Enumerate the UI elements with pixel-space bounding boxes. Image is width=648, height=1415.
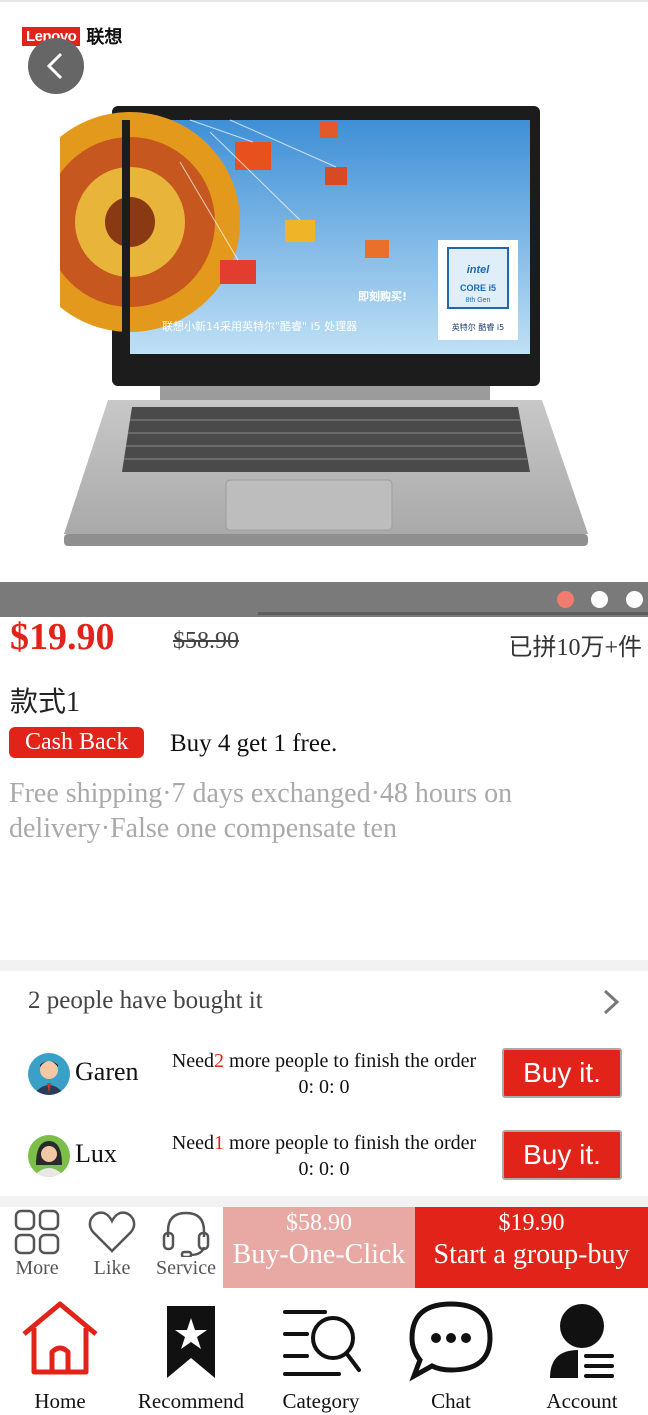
chevron-left-icon xyxy=(46,52,63,80)
buy-one-click-button[interactable]: $58.90 Buy-One-Click xyxy=(223,1207,415,1288)
chevron-right-icon[interactable] xyxy=(600,988,622,1016)
group-row: Lux Need1 more people to finish the orde… xyxy=(0,1126,648,1196)
slide-dot-3[interactable] xyxy=(626,591,643,608)
countdown-timer: 0: 0: 0 xyxy=(298,1076,350,1098)
avatar xyxy=(28,1135,70,1177)
more-button[interactable]: More xyxy=(8,1207,66,1288)
product-gallery[interactable]: Lenovo 联想 联想小新14采用英特尔"酷睿" i5 处理器 即刻购买! i… xyxy=(0,0,648,617)
group-price: $19.90 xyxy=(10,616,115,658)
original-price: $58.90 xyxy=(173,628,239,654)
product-style[interactable]: 款式1 xyxy=(10,680,80,720)
laptop-product-image: 联想小新14采用英特尔"酷睿" i5 处理器 即刻购买! intel CORE … xyxy=(60,106,588,546)
more-label: More xyxy=(15,1257,59,1279)
need-text: Need1 more people to finish the order 0:… xyxy=(150,1130,498,1182)
headset-icon xyxy=(162,1211,210,1257)
buy-it-button[interactable]: Buy it. xyxy=(502,1048,622,1098)
bottom-tab-bar: Home Recommend Category Chat Account xyxy=(0,1288,648,1415)
like-label: Like xyxy=(93,1257,131,1279)
buy-it-button[interactable]: Buy it. xyxy=(502,1130,622,1180)
intel-badge-core: CORE i5 xyxy=(460,283,496,293)
account-icon xyxy=(550,1304,614,1378)
intel-badge-caption: 英特尔 酷睿 i5 xyxy=(452,322,504,332)
tab-recommend[interactable]: Recommend xyxy=(126,1298,256,1414)
heart-icon xyxy=(88,1211,136,1253)
group-row: Garen Need2 more people to finish the or… xyxy=(0,1044,648,1114)
cashback-badge: Cash Back xyxy=(9,727,145,758)
tab-account[interactable]: Account xyxy=(517,1298,647,1414)
grid-icon xyxy=(14,1209,60,1255)
screen-cta-text: 即刻购买! xyxy=(358,289,407,303)
promo-text: Buy 4 get 1 free. xyxy=(170,730,338,757)
category-search-icon xyxy=(283,1310,361,1376)
avatar xyxy=(28,1053,70,1095)
brand-logo-cn: 联想 xyxy=(86,27,123,48)
slide-dot-2[interactable] xyxy=(591,591,608,608)
back-button[interactable] xyxy=(28,38,84,94)
intel-badge-gen: 8th Gen xyxy=(466,297,491,304)
group-buy-price: $19.90 xyxy=(498,1210,565,1236)
need-suffix: more people to finish the order xyxy=(224,1050,477,1072)
need-suffix: more people to finish the order xyxy=(224,1132,477,1154)
tab-chat[interactable]: Chat xyxy=(386,1298,516,1414)
need-prefix: Need xyxy=(171,1132,215,1154)
like-button[interactable]: Like xyxy=(84,1207,140,1288)
divider xyxy=(0,1196,648,1207)
one-click-price: $58.90 xyxy=(286,1210,352,1236)
tab-category[interactable]: Category xyxy=(256,1298,386,1414)
tab-home[interactable]: Home xyxy=(0,1298,125,1414)
group-buy-title[interactable]: 2 people have bought it xyxy=(28,987,263,1015)
star-bookmark-icon xyxy=(167,1306,215,1378)
chat-bubble-icon xyxy=(409,1301,493,1382)
user-name: Lux xyxy=(75,1139,117,1168)
sold-count: 已拼10万+件 xyxy=(508,635,642,661)
need-count: 2 xyxy=(214,1050,225,1072)
need-prefix: Need xyxy=(171,1050,215,1072)
need-count: 1 xyxy=(214,1132,225,1154)
intel-badge-brand: intel xyxy=(467,264,491,276)
service-button[interactable]: Service xyxy=(150,1207,222,1288)
start-group-buy-button[interactable]: $19.90 Start a group-buy xyxy=(415,1207,648,1288)
group-buy-label: Start a group-buy xyxy=(433,1239,630,1270)
tab-account-label: Account xyxy=(546,1389,618,1413)
tab-chat-label: Chat xyxy=(431,1389,471,1413)
one-click-label: Buy-One-Click xyxy=(232,1239,406,1270)
user-avatar-icon xyxy=(28,1053,70,1095)
home-icon xyxy=(22,1301,98,1375)
user-name: Garen xyxy=(75,1057,139,1086)
countdown-timer: 0: 0: 0 xyxy=(298,1158,350,1180)
tab-category-label: Category xyxy=(282,1389,360,1413)
divider xyxy=(0,960,648,971)
tab-recommend-label: Recommend xyxy=(137,1389,245,1413)
user-avatar-icon xyxy=(28,1135,70,1177)
service-guarantees: Free shipping·7 days exchanged·48 hours … xyxy=(9,778,513,844)
slide-indicator-bar xyxy=(0,582,648,617)
screen-text: 联想小新14采用英特尔"酷睿" i5 处理器 xyxy=(162,319,357,333)
service-label: Service xyxy=(156,1257,216,1279)
slide-dot-1[interactable] xyxy=(557,591,574,608)
need-text: Need2 more people to finish the order 0:… xyxy=(150,1048,498,1100)
tab-home-label: Home xyxy=(34,1389,86,1413)
